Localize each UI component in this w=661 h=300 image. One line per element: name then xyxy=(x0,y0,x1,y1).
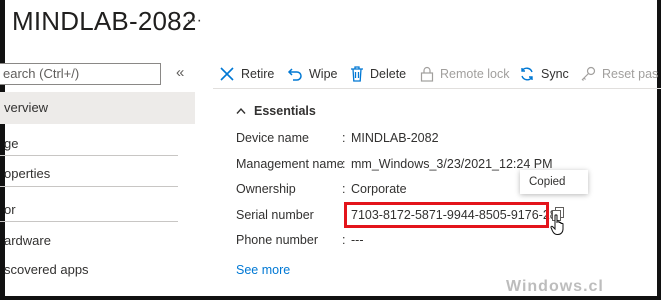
chevron-up-icon xyxy=(236,107,246,115)
phone-number-label: Phone number xyxy=(236,233,319,247)
close-icon xyxy=(219,66,235,82)
undo-icon xyxy=(287,66,303,82)
sidebar-item-overview[interactable]: verview xyxy=(0,92,195,124)
page-title: MINDLAB-2082 xyxy=(12,6,197,36)
sidebar-item-properties[interactable]: operties xyxy=(0,166,195,181)
phone-number-value: --- xyxy=(351,233,364,247)
management-name-label: Management name xyxy=(236,157,344,171)
lock-icon xyxy=(420,66,434,82)
ownership-value: Corporate xyxy=(351,182,407,196)
wipe-button[interactable]: Wipe xyxy=(287,66,337,82)
collapse-sidebar-icon[interactable]: « xyxy=(176,64,184,81)
watermark: Windows.cl xyxy=(506,278,604,295)
key-icon xyxy=(580,66,596,82)
separator-colon: : xyxy=(342,182,346,196)
sidebar-divider xyxy=(0,186,178,187)
more-options-button[interactable]: ··· xyxy=(186,12,202,30)
search-input[interactable]: earch (Ctrl+/) xyxy=(0,63,161,85)
sync-icon xyxy=(519,66,535,82)
sidebar-item-discovered-apps[interactable]: scovered apps xyxy=(0,262,195,277)
see-more-link[interactable]: See more xyxy=(236,263,290,277)
management-name-value: mm_Windows_3/23/2021_12:24 PM xyxy=(351,157,553,171)
remote-lock-label: Remote lock xyxy=(440,67,510,81)
device-name-label: Device name xyxy=(236,131,309,145)
trash-icon xyxy=(350,66,364,82)
sync-button[interactable]: Sync xyxy=(519,66,569,82)
separator-colon: : xyxy=(342,233,346,247)
separator-colon: : xyxy=(342,131,346,145)
wipe-label: Wipe xyxy=(309,67,338,81)
sidebar-item-hardware[interactable]: ardware xyxy=(0,233,195,248)
sidebar-item-manage[interactable]: ge xyxy=(0,136,195,151)
ownership-label: Ownership xyxy=(236,182,296,196)
reset-passcode-label: Reset pas xyxy=(602,67,659,81)
remote-lock-button[interactable]: Remote lock xyxy=(420,66,509,82)
essentials-title: Essentials xyxy=(254,104,316,118)
device-name-value: MINDLAB-2082 xyxy=(351,131,439,145)
sidebar-divider xyxy=(0,221,178,222)
serial-number-label: Serial number xyxy=(236,208,314,222)
hand-pointer-icon xyxy=(550,214,566,241)
delete-button[interactable]: Delete xyxy=(350,66,406,82)
retire-button[interactable]: Retire xyxy=(219,66,274,82)
serial-highlight-box xyxy=(344,202,549,228)
delete-label: Delete xyxy=(370,67,407,81)
sidebar-item-monitor[interactable]: or xyxy=(0,202,195,217)
sync-label: Sync xyxy=(541,67,569,81)
sidebar-divider xyxy=(0,155,178,156)
toolbar-divider xyxy=(213,88,661,89)
essentials-header[interactable]: Essentials xyxy=(236,104,316,118)
copied-tooltip: Copied xyxy=(520,170,588,194)
retire-label: Retire xyxy=(241,67,275,81)
separator-colon: : xyxy=(342,157,346,171)
reset-passcode-button[interactable]: Reset pas xyxy=(580,66,658,82)
